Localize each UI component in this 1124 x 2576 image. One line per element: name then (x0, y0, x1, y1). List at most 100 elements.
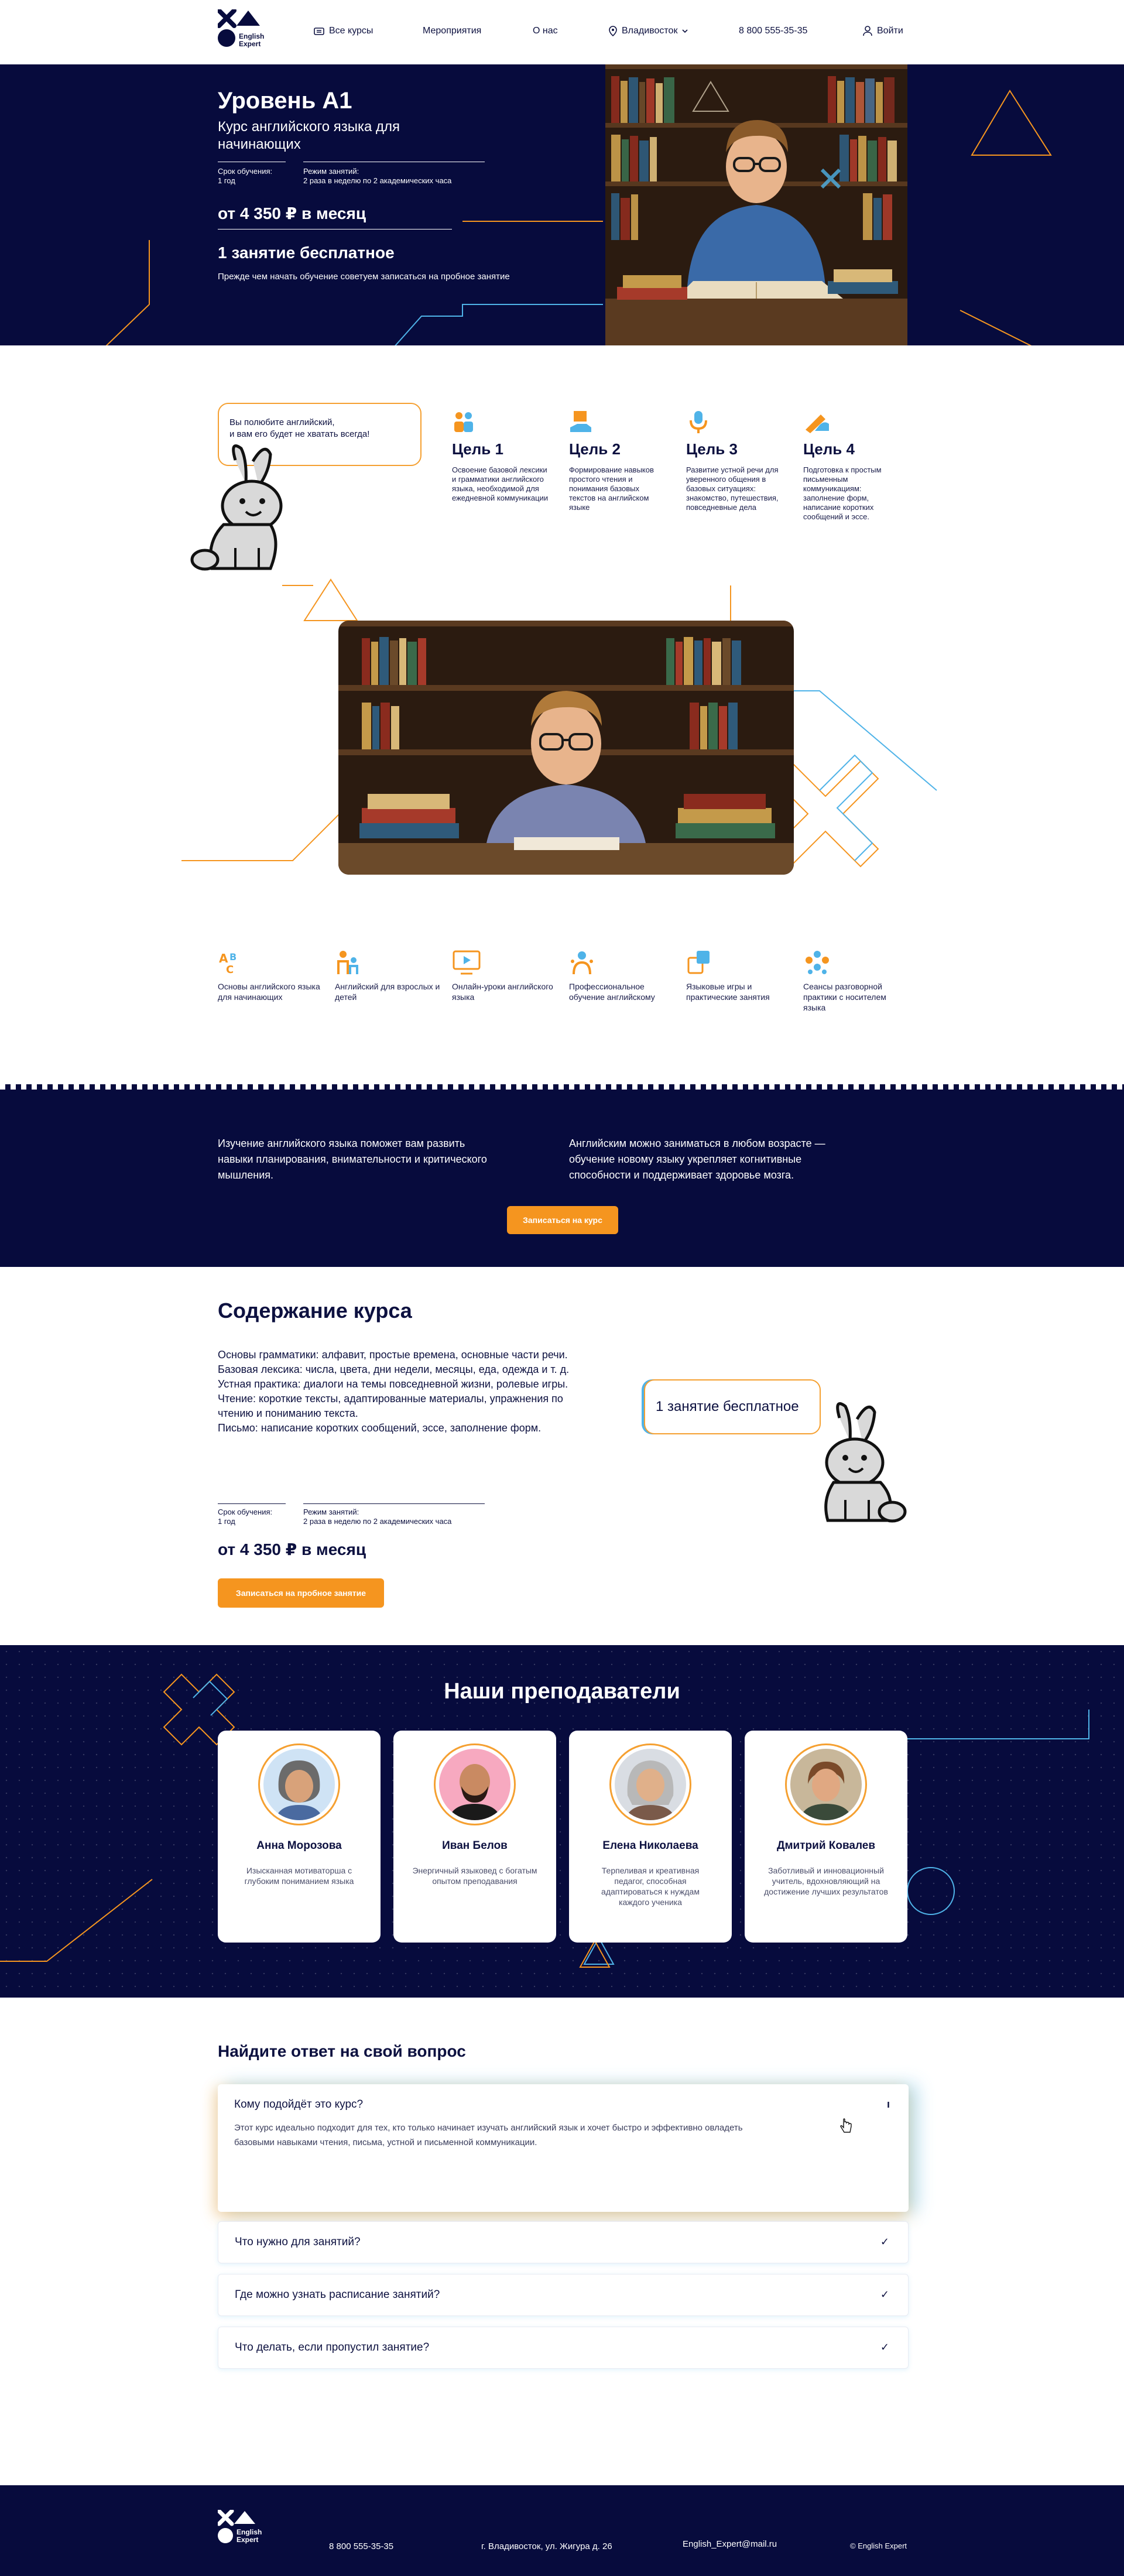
teachers-section: Наши преподаватели Анна Морозова Изыскан… (0, 1645, 1124, 1998)
teacher-photo-2 (439, 1749, 510, 1820)
faq-answer: Этот курс идеально подходит для тех, кто… (234, 2123, 743, 2147)
nav-all-courses[interactable]: Все курсы (314, 26, 373, 36)
avatar (609, 1743, 691, 1825)
hero-duration-value: 1 год (218, 176, 235, 185)
building-icon (314, 28, 324, 35)
main-photo-illustration (338, 621, 794, 875)
city-selector[interactable]: Владивосток (609, 26, 688, 36)
goal-2-text: Формирование навыков простого чтения и п… (569, 465, 654, 512)
free-lesson-bubble: 1 занятие бесплатное (644, 1379, 821, 1434)
footer-address: г. Владивосток, ул. Жигура д. 26 (481, 2541, 612, 2551)
city-label: Владивосток (622, 26, 678, 36)
course-description: Основы грамматики: алфавит, простые врем… (218, 1348, 598, 1436)
feature-5-text: Языковые игры и практические занятия (686, 982, 770, 1002)
teacher-card-3[interactable]: Елена Николаева Терпеливая и креативная … (569, 1731, 732, 1943)
course-duration-value: 1 год (218, 1517, 235, 1526)
goal-1: Цель 1 Освоение базовой лексики и граммат… (452, 410, 549, 503)
main-photo (338, 621, 794, 875)
feature-4-text: Профессиональное обучение английскому (569, 982, 655, 1002)
hero-subtitle: Курс английского языка для начинающих (218, 119, 400, 152)
course-price: от 4 350 ₽ в месяц (218, 1540, 366, 1558)
hero-schedule-value: 2 раза в неделю по 2 академических часа (303, 176, 452, 185)
course-schedule-label: Режим занятий: (303, 1508, 359, 1516)
goal-2: Цель 2 Формирование навыков простого чтен… (569, 410, 666, 512)
login-link[interactable]: Войти (863, 26, 903, 36)
header-phone[interactable]: 8 800 555-35-35 (739, 26, 807, 36)
faq-question[interactable]: Кому подойдёт это курс? (234, 2098, 363, 2111)
enroll-course-label: Записаться на курс (523, 1215, 602, 1225)
trial-lesson-button[interactable]: Записаться на пробное занятие (218, 1578, 384, 1608)
faq-item-1[interactable]: Кому подойдёт это курс? Этот курс идеаль… (218, 2084, 909, 2212)
goal-3-text: Развитие устной речи для уверенного обще… (686, 465, 779, 512)
chevron-down-icon (682, 29, 688, 33)
footer-email[interactable]: English_Expert@mail.ru (683, 2539, 777, 2549)
faq-question[interactable]: Что нужно для занятий? (235, 2236, 361, 2249)
faq-item-2[interactable]: Что нужно для занятий? ✓ (218, 2221, 909, 2263)
faq-question[interactable]: Где можно узнать расписание занятий? (235, 2289, 440, 2301)
footer-logo[interactable]: English Expert (217, 2509, 262, 2550)
hero-price: от 4 350 ₽ в месяц (218, 204, 452, 229)
bubble-line1: Вы полюбите английский, (229, 417, 335, 427)
feature-2-text: Английский для взрослых и детей (335, 982, 440, 1002)
feature-3: Онлайн-уроки английского языка (452, 977, 557, 1002)
teacher-card-4[interactable]: Дмитрий Ковалев Заботливый и инновационн… (745, 1731, 907, 1943)
faq-toggle-icon[interactable]: ✓ (880, 2289, 889, 2301)
rabbit-illustration (190, 444, 283, 571)
enroll-course-button[interactable]: Записаться на курс (507, 1206, 618, 1234)
avatar-photo (263, 1749, 335, 1820)
teacher-description: Заботливый и инновационный учитель, вдох… (764, 1866, 888, 1896)
logo[interactable]: English Expert (218, 9, 264, 48)
faq-toggle-icon[interactable]: ı (887, 2098, 890, 2111)
feature-4: Профессиональное обучение английскому (569, 977, 674, 1002)
hero-title: Уровень А1 (218, 88, 352, 114)
feature-2: Английский для взрослых и детей (335, 977, 440, 1002)
hero-duration: Срок обучения: 1 год (218, 162, 286, 186)
feature-6-text: Сеансы разговорной практики с носителем … (803, 982, 886, 1012)
footer: English Expert 8 800 555-35-35 г. Владиво… (0, 2485, 1124, 2576)
nav-all-courses-label: Все курсы (329, 26, 373, 36)
hero-photo (605, 64, 907, 345)
footer-phone[interactable]: 8 800 555-35-35 (329, 2541, 393, 2551)
hero-section: Уровень А1 Курс английского языка для на… (0, 64, 1124, 345)
faq-question[interactable]: Что делать, если пропустил занятие? (235, 2341, 429, 2354)
teacher-photo-1 (263, 1749, 335, 1820)
teacher-photo-4 (790, 1749, 862, 1820)
banner-zigzag-edge (0, 1084, 1124, 1090)
avatar-photo (790, 1749, 862, 1820)
benefits-banner: Изучение английского языка поможет вам р… (0, 1084, 1124, 1267)
course-line-2: Базовая лексика: числа, цвета, дни недел… (218, 1364, 570, 1375)
pointer-cursor-icon (840, 2118, 852, 2133)
teacher-name: Иван Белов (442, 1839, 508, 1852)
faq-item-4[interactable]: Что делать, если пропустил занятие? ✓ (218, 2327, 909, 2369)
course-schedule-value: 2 раза в неделю по 2 академических часа (303, 1517, 452, 1526)
feature-3-text: Онлайн-уроки английского языка (452, 982, 553, 1002)
header-phone-label: 8 800 555-35-35 (739, 26, 808, 36)
trial-lesson-label: Записаться на пробное занятие (235, 1588, 366, 1598)
course-line-3: Устная практика: диалоги на темы повседн… (218, 1378, 568, 1390)
banner-right-text: Английским можно заниматься в любом возр… (569, 1138, 825, 1181)
teacher-description: Изысканная мотиваторша с глубоким понима… (244, 1866, 354, 1886)
user-icon (863, 26, 872, 36)
course-schedule: Режим занятий: 2 раза в неделю по 2 акад… (303, 1503, 485, 1526)
goal-4-title: Цель 4 (803, 440, 855, 458)
rabbit-illustration-2 (824, 1402, 907, 1523)
goal-3-title: Цель 3 (686, 440, 738, 458)
faq-title: Найдите ответ на свой вопрос (218, 2042, 466, 2060)
faq-toggle-icon[interactable]: ✓ (880, 2341, 889, 2354)
faq-item-3[interactable]: Где можно узнать расписание занятий? ✓ (218, 2274, 909, 2316)
course-line-5: Письмо: написание коротких сообщений, эс… (218, 1422, 542, 1434)
svg-text:C: C (226, 964, 234, 975)
feature-1-text: Основы английского языка для начинающих (218, 982, 320, 1002)
course-line-1: Основы грамматики: алфавит, простые врем… (218, 1349, 568, 1361)
nav-about[interactable]: О нас (533, 26, 558, 36)
teacher-card-1[interactable]: Анна Морозова Изысканная мотиваторша с г… (218, 1731, 381, 1943)
nav-events[interactable]: Мероприятия (423, 26, 481, 36)
avatar-photo (439, 1749, 510, 1820)
logo-circle-icon (218, 29, 235, 47)
teacher-name: Дмитрий Ковалев (776, 1839, 876, 1852)
goal-2-title: Цель 2 (569, 440, 621, 458)
faq-toggle-icon[interactable]: ✓ (880, 2236, 889, 2248)
teacher-name: Елена Николаева (602, 1839, 698, 1852)
teacher-card-2[interactable]: Иван Белов Энергичный языковед с богатым… (393, 1731, 556, 1943)
goal-4-text: Подготовка к простым письменным коммуник… (803, 465, 882, 521)
